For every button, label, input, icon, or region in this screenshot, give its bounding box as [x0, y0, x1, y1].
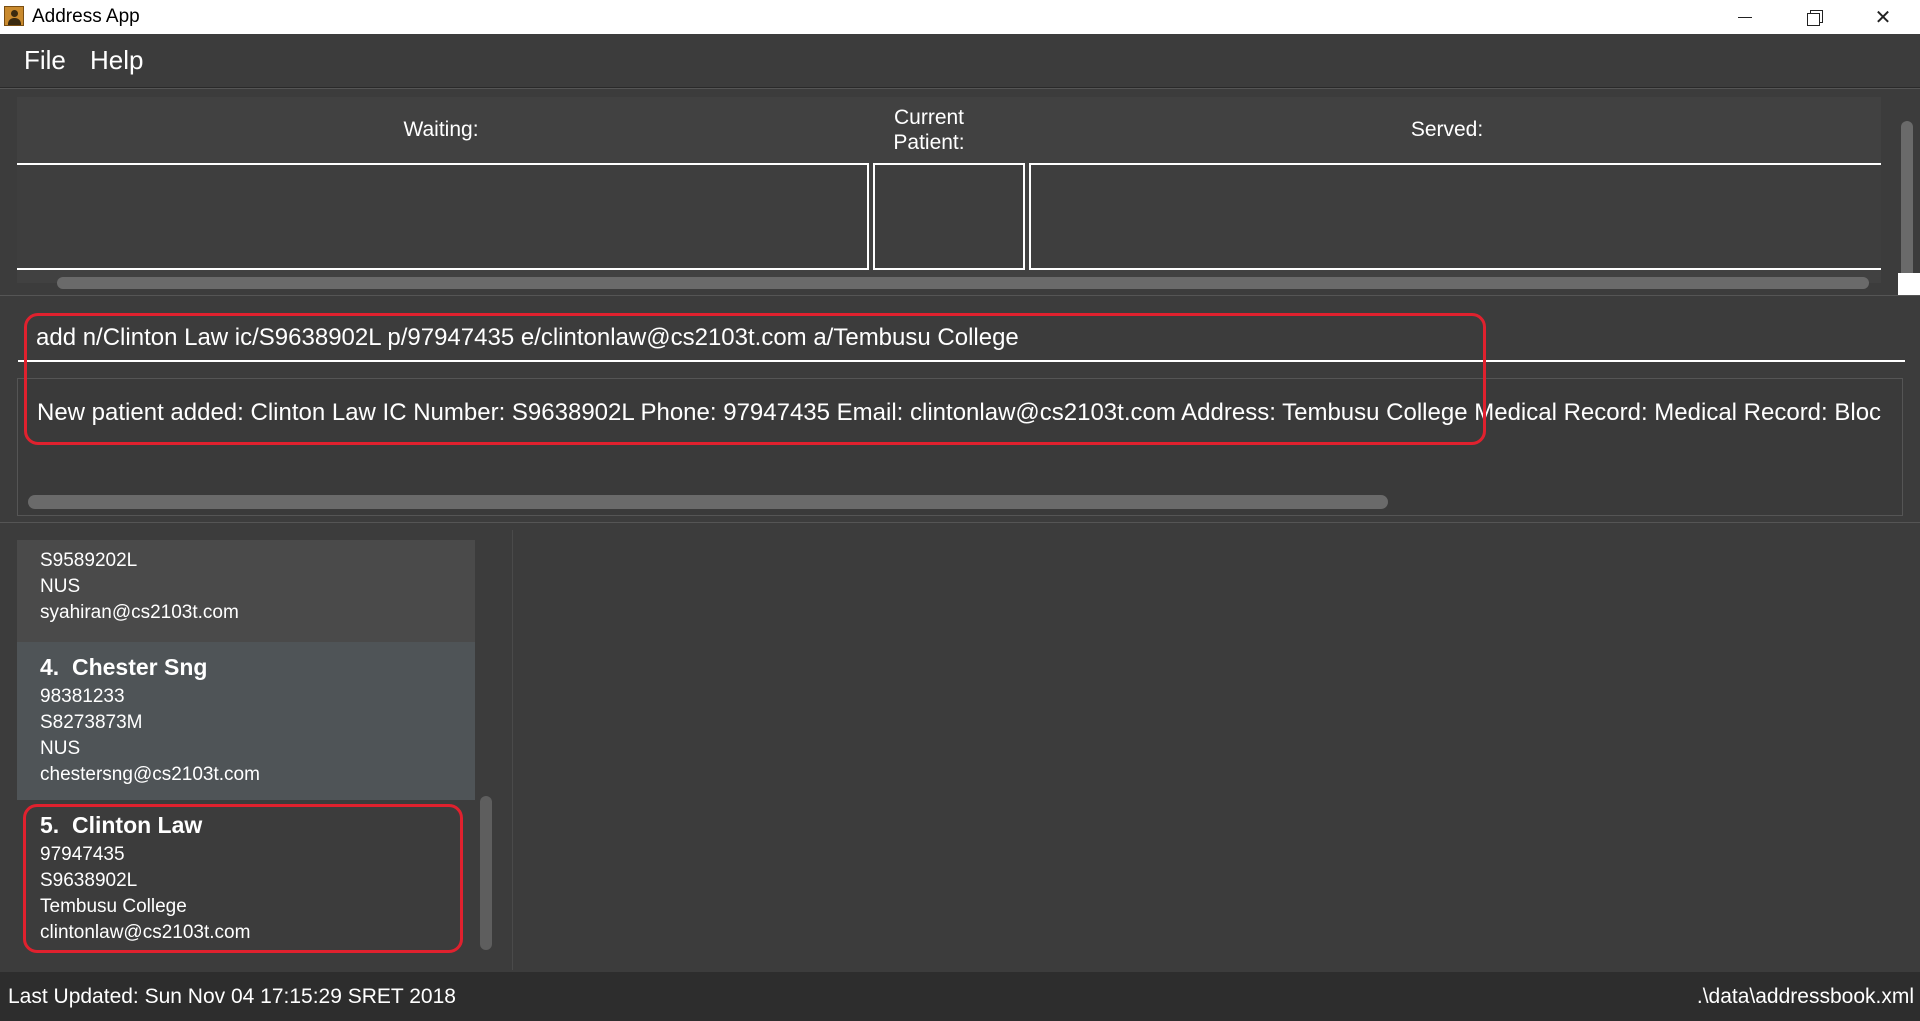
address-app-icon [4, 6, 24, 26]
window-title: Address App [32, 6, 140, 27]
scroll-corner [1898, 273, 1920, 295]
restore-icon [1807, 10, 1823, 26]
patient-list[interactable]: 81239320 S9589202L NUS syahiran@cs2103t.… [17, 540, 475, 956]
patient-address: NUS [40, 576, 81, 597]
section-divider [0, 522, 1920, 523]
command-box [0, 296, 1920, 376]
patient-list-scrollbar[interactable] [480, 796, 492, 950]
patient-email: syahiran@cs2103t.com [40, 602, 239, 623]
patient-email: chestersng@cs2103t.com [40, 764, 260, 785]
patient-phone: 98381233 [40, 686, 125, 707]
menu-help[interactable]: Help [90, 45, 143, 76]
waiting-header: Waiting: [403, 118, 479, 141]
result-horizontal-scrollbar[interactable] [28, 495, 1388, 509]
patient-phone: 81239320 [40, 540, 475, 548]
patient-card[interactable]: 5. Clinton Law 97947435 S9638902L Tembus… [17, 800, 475, 956]
patient-name: Chester Sng [71, 654, 208, 680]
file-path-status: .\data\addressbook.xml [1696, 985, 1914, 1008]
patient-name-row: 4. Chester Sng [40, 650, 475, 684]
patient-ic: S9589202L [40, 550, 138, 571]
waiting-list[interactable] [17, 163, 869, 270]
patient-ic: S8273873M [40, 712, 143, 733]
queue-table: Waiting: Current Patient: Served: [17, 97, 1920, 295]
last-updated-status: Last Updated: Sun Nov 04 17:15:29 SRET 2… [8, 985, 456, 1008]
patient-ic: S9638902L [40, 870, 138, 891]
served-list[interactable] [1029, 163, 1881, 270]
patient-name-row: 5. Clinton Law [40, 808, 475, 842]
minimize-icon [1738, 16, 1752, 18]
list-divider [512, 530, 513, 970]
current-patient-header: Current Patient: [893, 106, 965, 154]
served-header: Served: [1410, 118, 1484, 141]
restore-button[interactable] [1779, 0, 1849, 34]
result-message: New patient added: Clinton Law IC Number… [37, 399, 1882, 426]
queue-horizontal-scrollbar[interactable] [57, 277, 1869, 289]
address-app-window: Address App ✕ File Help Waiting: Current… [0, 0, 1920, 1021]
patient-phone: 97947435 [40, 844, 125, 865]
patient-address: Tembusu College [40, 896, 187, 917]
result-display[interactable]: New patient added: Clinton Law IC Number… [17, 378, 1903, 516]
patient-card[interactable]: 4. Chester Sng 98381233 S8273873M NUS ch… [17, 642, 475, 800]
patient-index: 4. [40, 654, 60, 680]
patient-address: NUS [40, 738, 81, 759]
patient-index: 5. [40, 812, 60, 838]
close-button[interactable]: ✕ [1848, 0, 1918, 34]
patient-email: clintonlaw@cs2103t.com [40, 922, 251, 943]
queue-vertical-scrollbar[interactable] [1901, 121, 1913, 281]
patient-name: Clinton Law [71, 812, 203, 838]
queue-panel: Waiting: Current Patient: Served: [0, 88, 1920, 296]
status-bar: Last Updated: Sun Nov 04 17:15:29 SRET 2… [0, 972, 1920, 1021]
close-icon: ✕ [1874, 5, 1892, 29]
current-patient-box[interactable] [873, 163, 1025, 270]
menu-bar: File Help [0, 34, 1920, 88]
title-bar[interactable]: Address App ✕ [0, 0, 1920, 34]
command-input[interactable] [18, 316, 1905, 362]
menu-file[interactable]: File [24, 45, 66, 76]
minimize-button[interactable] [1710, 0, 1780, 34]
